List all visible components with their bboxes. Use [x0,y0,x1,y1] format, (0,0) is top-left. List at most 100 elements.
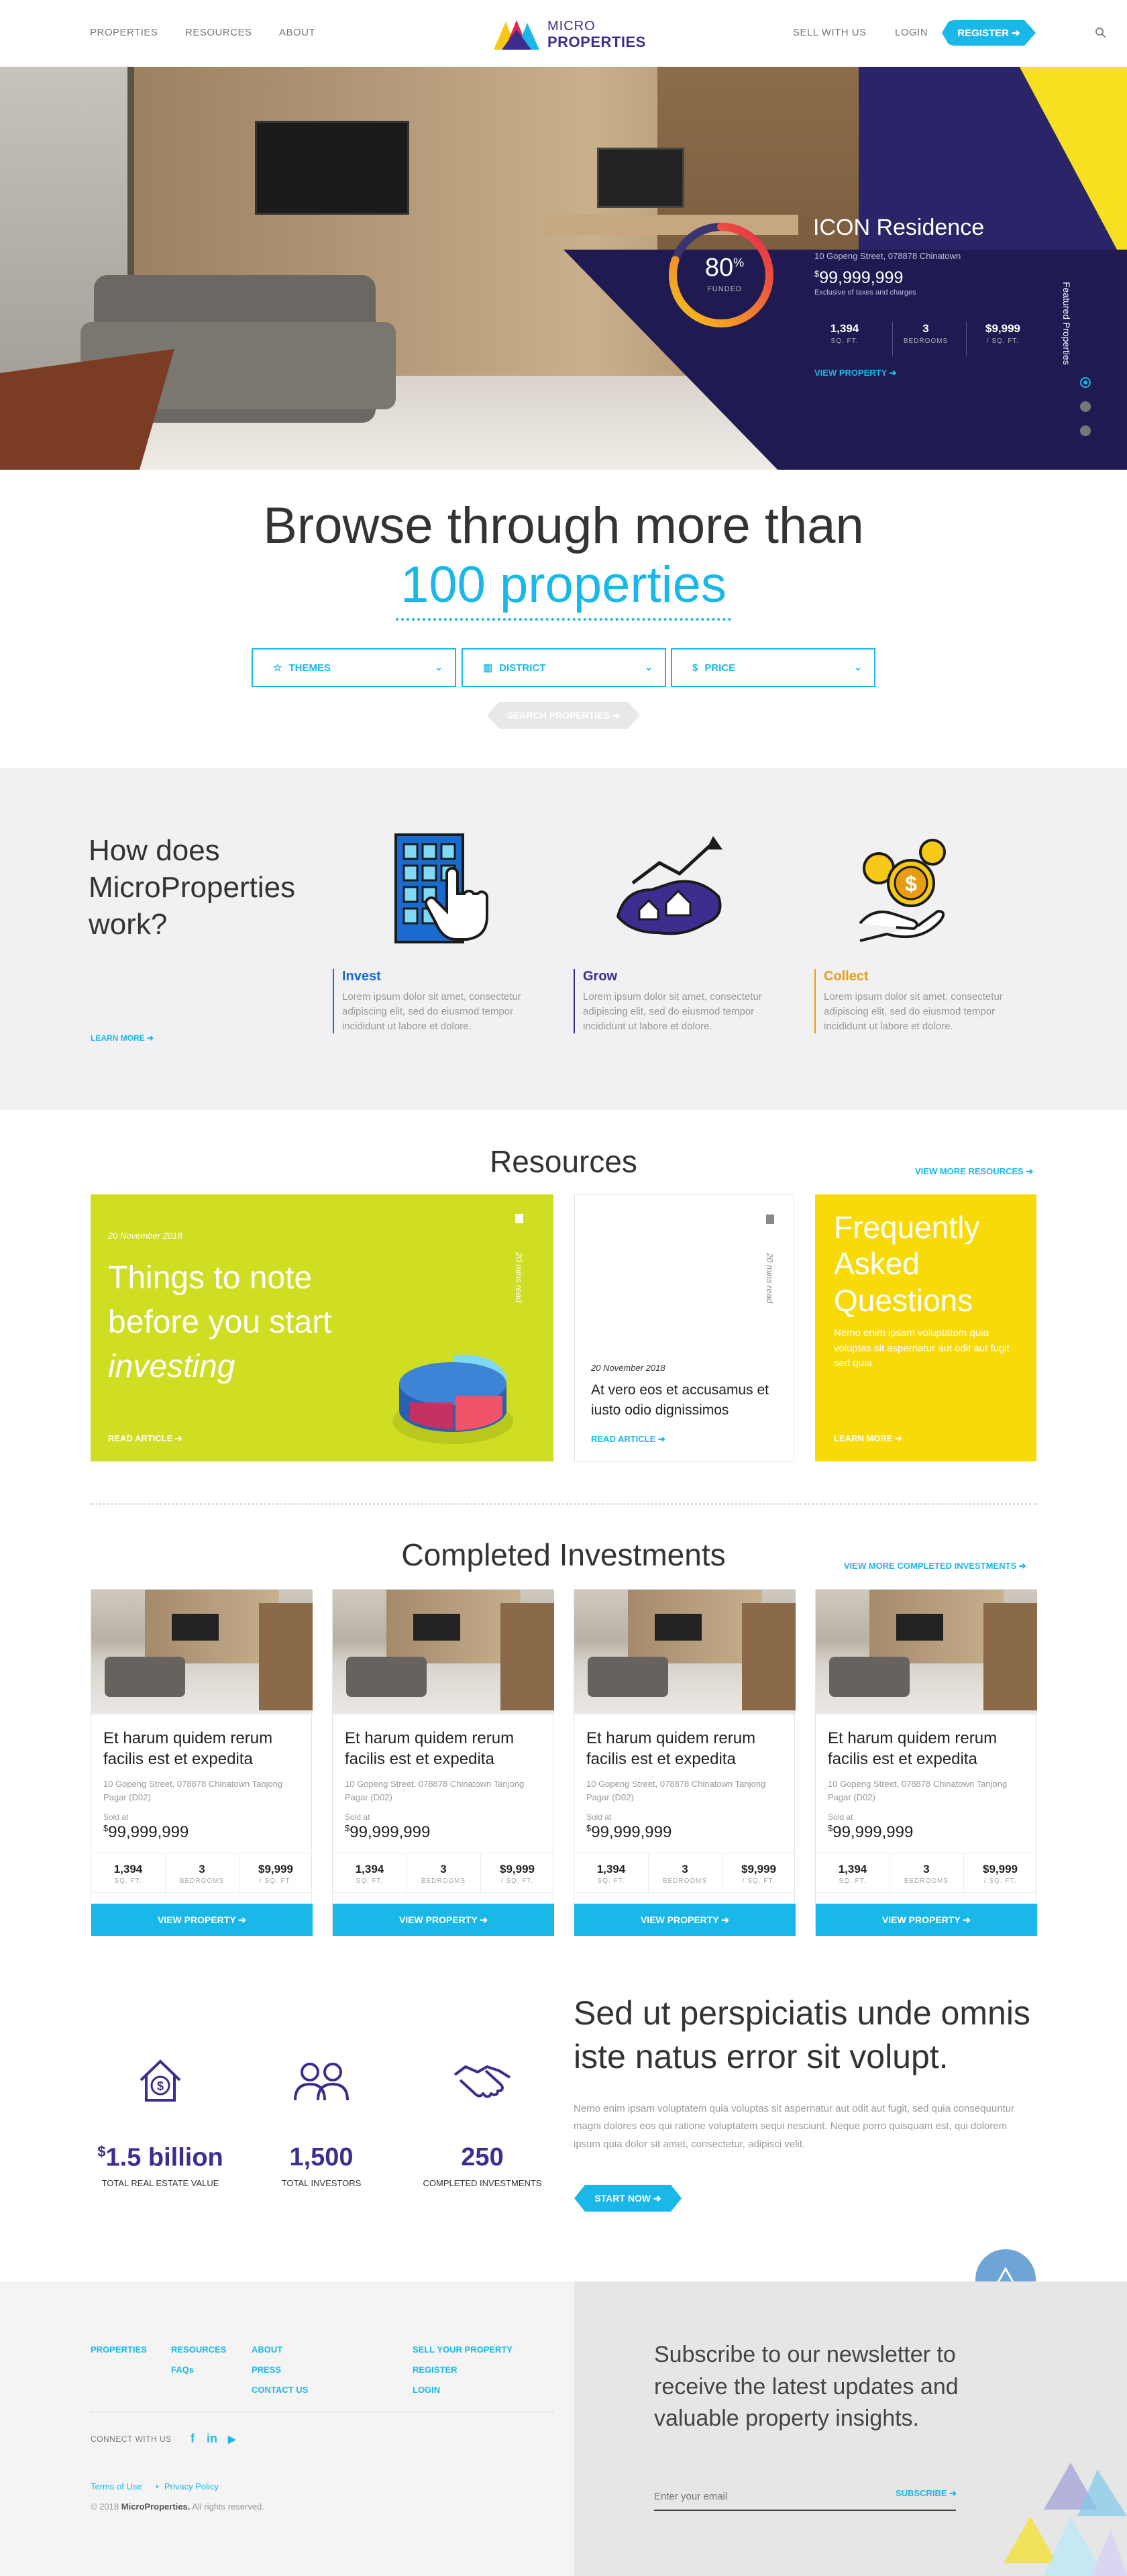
resource-read-time: 20 mins read [514,1252,524,1303]
card-sold-label: Sold at [828,1812,853,1822]
resource-date: 20 November 2018 [591,1363,665,1373]
investment-card[interactable]: Et harum quidem rerum facilis est et exp… [91,1589,313,1936]
view-property-button[interactable]: VIEW PROPERTY ➔ [574,1904,796,1936]
card-stat-sqft: 1,394 SQ. FT. [596,1863,626,1885]
carousel-dot-2[interactable] [1080,401,1091,412]
resource-feature-card[interactable]: 20 November 2018 Things to note before y… [91,1194,553,1461]
card-title: Et harum quidem rerum facilis est et exp… [103,1729,273,1769]
footer-link-about[interactable]: ABOUT [252,2345,282,2355]
nav-login[interactable]: LOGIN [895,27,928,38]
building-tap-icon [394,833,488,943]
section-divider [91,1503,1036,1505]
resource-article-title: At vero eos et accusamus et iusto odio d… [591,1382,769,1419]
card-stat-psf: $9,999/ SQ. FT. [258,1863,293,1885]
footer-link-register[interactable]: REGISTER [413,2365,457,2375]
featured-price-note: Exclusive of taxes and charges [814,289,916,297]
faq-learn-more-link[interactable]: LEARN MORE ➔ [834,1433,902,1444]
youtube-icon[interactable]: ▶ [228,2433,236,2445]
stat-divider [892,322,893,356]
read-article-link[interactable]: READ ARTICLE ➔ [591,1434,665,1445]
stat-value: 250 [461,2143,504,2171]
view-property-button[interactable]: VIEW PROPERTY ➔ [816,1904,1037,1936]
stat-value: $1.5 billion [97,2143,223,2172]
card-stat-psf: $9,999/ SQ. FT. [741,1863,776,1885]
card-stat-bedrooms: 3 BEDROOMS [179,1863,225,1885]
footer-link-press[interactable]: PRESS [252,2365,281,2375]
featured-view-property-link[interactable]: VIEW PROPERTY ➔ [814,368,897,378]
growth-island-icon [616,836,722,935]
resource-read-time: 20 mins read [765,1253,775,1304]
chevron-down-icon: ⌄ [435,662,443,672]
card-stat-sqft: 1,394 SQ. FT. [113,1863,143,1885]
featured-stat-bedrooms: 3 BEDROOMS [903,322,949,345]
search-icon[interactable] [1095,27,1107,39]
footer-link-sell[interactable]: SELL YOUR PROPERTY [413,2345,513,2355]
property-image [333,1590,554,1714]
nav-resources[interactable]: RESOURCES [185,27,252,38]
investment-card[interactable]: Et harum quidem rerum facilis est et exp… [815,1589,1037,1936]
card-stat-bedrooms: 3 BEDROOMS [662,1863,708,1885]
card-sold-label: Sold at [345,1812,370,1822]
view-more-resources-link[interactable]: VIEW MORE RESOURCES ➔ [915,1166,1033,1177]
card-sold-label: Sold at [586,1812,612,1822]
logo[interactable]: MICRO PROPERTIES [494,17,645,51]
how-step-title: Invest [342,969,381,984]
how-step-title: Collect [824,969,869,984]
card-stat-sqft: 1,394 SQ. FT. [838,1863,867,1885]
view-property-button[interactable]: VIEW PROPERTY ➔ [91,1904,313,1936]
start-now-button[interactable]: START NOW ➔ [574,2185,682,2212]
featured-price: $99,999,999 [814,268,904,287]
nav-properties[interactable]: PROPERTIES [90,27,158,38]
linkedin-icon[interactable]: in [207,2432,217,2446]
svg-text:$: $ [905,872,917,896]
card-stat-bedrooms: 3 BEDROOMS [421,1863,466,1885]
search-properties-button[interactable]: SEARCH PROPERTIES ➔ [487,702,640,729]
filter-district[interactable]: ▥ DISTRICT ⌄ [462,648,666,687]
decorative-triangles [1004,2463,1127,2576]
card-address: 10 Gopeng Street, 078878 Chinatown Tanjo… [586,1779,766,1802]
funded-percent: 80% [704,254,745,282]
hero-tv [255,121,409,215]
how-step-text: Lorem ipsum dolor sit amet, consectetur … [583,991,762,1032]
card-price: $99,999,999 [828,1823,914,1841]
handshake-icon [453,2065,511,2098]
filter-price[interactable]: $ PRICE ⌄ [671,648,875,687]
footer-link-resources[interactable]: RESOURCES [171,2345,226,2355]
carousel-dot-3[interactable] [1080,425,1091,436]
card-stats: 1,394 SQ. FT. 3 BEDROOMS $9,999/ SQ. FT. [333,1853,554,1894]
footer-link-login[interactable]: LOGIN [413,2385,440,2395]
view-property-button[interactable]: VIEW PROPERTY ➔ [333,1904,554,1936]
svg-text:$: $ [157,2079,164,2093]
card-stat-sqft: 1,394 SQ. FT. [355,1863,384,1885]
how-step-invest: Invest Lorem ipsum dolor sit amet, conse… [333,969,554,1034]
stat-circle: $ [106,2026,215,2135]
card-price: $99,999,999 [103,1823,189,1841]
how-learn-more-link[interactable]: LEARN MORE ➔ [91,1033,154,1043]
nav-sell[interactable]: SELL WITH US [793,27,867,38]
footer-link-properties[interactable]: PROPERTIES [91,2345,147,2355]
investment-card[interactable]: Et harum quidem rerum facilis est et exp… [574,1589,796,1936]
read-article-link[interactable]: READ ARTICLE ➔ [108,1433,182,1444]
featured-stat-sqft: 1,394 SQ. FT. [830,322,859,345]
carousel-dot-1[interactable] [1080,377,1091,388]
nav-about[interactable]: ABOUT [279,27,315,38]
subscribe-button[interactable]: SUBSCRIBE ➔ [896,2488,957,2499]
filter-themes[interactable]: ☆ THEMES ⌄ [252,648,456,687]
users-icon [294,2063,349,2101]
view-more-completed-link[interactable]: VIEW MORE COMPLETED INVESTMENTS ➔ [844,1561,1026,1572]
resource-article-card[interactable]: 20 mins read 20 November 2018 At vero eo… [574,1194,794,1461]
footer-link-faqs[interactable]: FAQs [171,2365,194,2375]
footer-divider [91,2412,553,2413]
card-price: $99,999,999 [345,1823,431,1841]
footer-link-contact[interactable]: CONTACT US [252,2385,308,2395]
facebook-icon[interactable]: f [191,2432,195,2446]
how-title: How does MicroProperties work? [89,834,296,941]
faq-card[interactable]: Frequently Asked Questions Nemo enim ips… [815,1194,1036,1461]
investment-card[interactable]: Et harum quidem rerum facilis est et exp… [332,1589,554,1936]
logo-mark-icon [494,20,539,50]
register-button[interactable]: REGISTER ➔ [942,20,1036,46]
privacy-link[interactable]: Privacy Policy [164,2481,219,2491]
terms-link[interactable]: Terms of Use [91,2481,142,2491]
card-address: 10 Gopeng Street, 078878 Chinatown Tanjo… [103,1779,283,1802]
property-image [91,1590,313,1714]
